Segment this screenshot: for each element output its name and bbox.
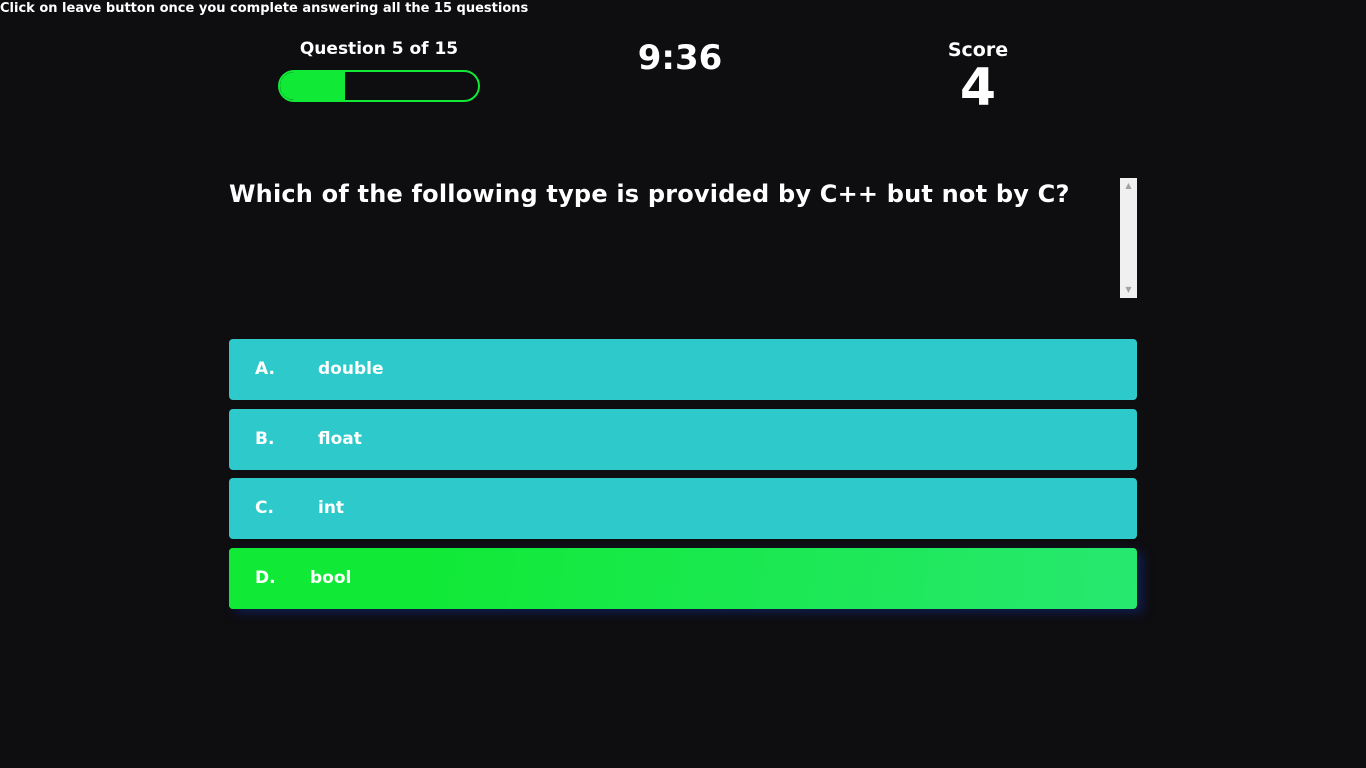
instruction-text: Click on leave button once you complete … — [0, 1, 529, 16]
option-letter: A. — [255, 359, 275, 379]
option-a[interactable]: A. double — [229, 339, 1137, 400]
answer-options: A. double B. float C. int D. bool — [229, 339, 1137, 617]
question-scrollbar[interactable]: ▲ ▼ — [1120, 178, 1137, 298]
option-b[interactable]: B. float — [229, 408, 1137, 470]
scroll-up-arrow-icon[interactable]: ▲ — [1120, 179, 1137, 193]
progress-fill — [280, 72, 346, 100]
option-text: float — [318, 428, 362, 449]
option-c[interactable]: C. int — [229, 478, 1137, 539]
scroll-down-arrow-icon[interactable]: ▼ — [1120, 283, 1137, 297]
option-letter: C. — [255, 498, 274, 518]
option-letter: B. — [255, 428, 275, 449]
question-container: Which of the following type is provided … — [229, 178, 1137, 298]
option-text: double — [318, 359, 384, 379]
progress-section: Question 5 of 15 — [278, 36, 480, 102]
option-text: int — [318, 498, 345, 518]
option-d[interactable]: D. bool — [229, 547, 1137, 609]
option-text: bool — [310, 567, 352, 588]
question-text: Which of the following type is provided … — [229, 180, 1070, 208]
countdown-timer: 9:36 — [637, 38, 723, 78]
quiz-header: Question 5 of 15 9:36 Score 4 — [0, 36, 1366, 126]
score-value: 4 — [959, 58, 997, 118]
question-counter: Question 5 of 15 — [299, 39, 459, 59]
score-section: Score 4 — [918, 36, 1038, 116]
option-letter: D. — [255, 567, 276, 588]
progress-bar — [278, 70, 480, 102]
